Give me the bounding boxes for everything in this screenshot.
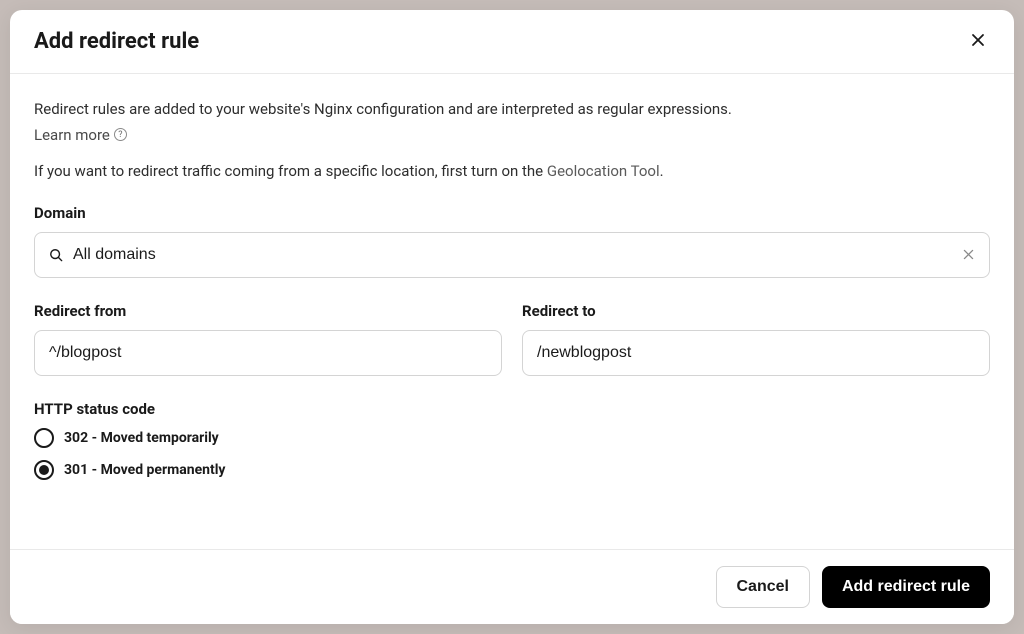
clear-icon[interactable]: [962, 248, 975, 261]
submit-button[interactable]: Add redirect rule: [822, 566, 990, 608]
redirect-from-input[interactable]: [34, 330, 502, 376]
redirect-to-label: Redirect to: [522, 302, 990, 320]
geolocation-tool-link[interactable]: Geolocation Tool: [547, 162, 660, 180]
cancel-button[interactable]: Cancel: [716, 566, 810, 608]
close-icon: [970, 32, 986, 51]
radio-301-label: 301 - Moved permanently: [64, 462, 225, 478]
status-code-label: HTTP status code: [34, 400, 990, 418]
redirect-from-field: Redirect from: [34, 302, 502, 376]
description-text: Redirect rules are added to your website…: [34, 98, 990, 121]
domain-input-wrap[interactable]: [34, 232, 990, 278]
domain-label: Domain: [34, 204, 990, 222]
help-icon: ?: [114, 128, 127, 141]
add-redirect-modal: Add redirect rule Redirect rules are add…: [10, 10, 1014, 624]
geo-prefix: If you want to redirect traffic coming f…: [34, 162, 547, 180]
search-icon: [49, 248, 63, 262]
radio-302[interactable]: 302 - Moved temporarily: [34, 428, 990, 448]
modal-footer: Cancel Add redirect rule: [10, 549, 1014, 624]
status-code-group: HTTP status code 302 - Moved temporarily…: [34, 400, 990, 480]
modal-title: Add redirect rule: [34, 29, 199, 54]
domain-input[interactable]: [73, 246, 962, 264]
modal-body: Redirect rules are added to your website…: [10, 74, 1014, 549]
redirect-row: Redirect from Redirect to: [34, 302, 990, 376]
learn-more-label: Learn more: [34, 126, 110, 144]
radio-circle-301: [34, 460, 54, 480]
redirect-to-input[interactable]: [522, 330, 990, 376]
radio-301[interactable]: 301 - Moved permanently: [34, 460, 990, 480]
learn-more-link[interactable]: Learn more ?: [34, 126, 127, 144]
geo-suffix: .: [660, 162, 664, 180]
redirect-to-field: Redirect to: [522, 302, 990, 376]
redirect-from-label: Redirect from: [34, 302, 502, 320]
close-button[interactable]: [966, 28, 990, 55]
geolocation-hint: If you want to redirect traffic coming f…: [34, 162, 990, 180]
modal-header: Add redirect rule: [10, 10, 1014, 74]
radio-circle-302: [34, 428, 54, 448]
domain-field: Domain: [34, 204, 990, 278]
radio-302-label: 302 - Moved temporarily: [64, 430, 219, 446]
